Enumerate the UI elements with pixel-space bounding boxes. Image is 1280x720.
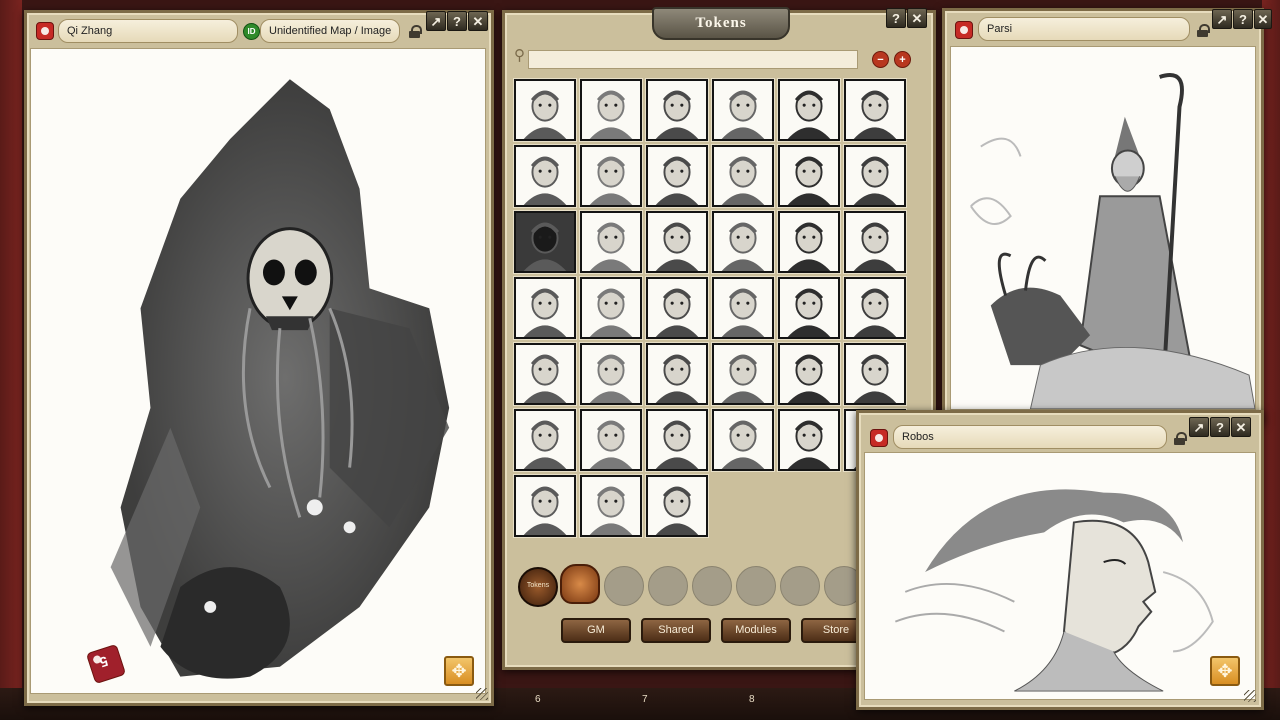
- tokens-search-input[interactable]: [528, 50, 858, 69]
- zoom-out-button[interactable]: −: [872, 51, 889, 68]
- token-portrait[interactable]: [514, 475, 576, 537]
- empty-slot-5[interactable]: [780, 566, 820, 606]
- close-button[interactable]: ✕: [468, 11, 488, 31]
- token-portrait[interactable]: [580, 409, 642, 471]
- sketch-icon[interactable]: ✥: [444, 656, 474, 686]
- record-type-icon: [36, 22, 54, 40]
- token-bag-label: Tokens: [526, 582, 550, 589]
- token-portrait[interactable]: [646, 277, 708, 339]
- desktop-right-edge: [1262, 0, 1280, 688]
- help-button[interactable]: ?: [447, 11, 467, 31]
- lock-icon[interactable]: [409, 25, 422, 38]
- left-window-subtitle-field[interactable]: Unidentified Map / Image: [260, 19, 400, 43]
- token-portrait[interactable]: [580, 211, 642, 273]
- token-portrait[interactable]: [712, 145, 774, 207]
- token-portrait[interactable]: [514, 145, 576, 207]
- token-portrait[interactable]: [778, 409, 840, 471]
- desktop-left-edge: [0, 0, 22, 688]
- robos-close-button[interactable]: ✕: [1231, 417, 1251, 437]
- tab-gm[interactable]: GM: [561, 618, 631, 643]
- token-portrait[interactable]: [646, 79, 708, 141]
- search-icon: ⚲: [514, 47, 525, 64]
- parsi-lock-icon[interactable]: [1197, 24, 1210, 37]
- popout-button[interactable]: ↗: [426, 11, 446, 31]
- parsi-help-button[interactable]: ?: [1233, 9, 1253, 29]
- token-portrait[interactable]: [514, 277, 576, 339]
- token-portrait[interactable]: [844, 145, 906, 207]
- loot-bag-icon[interactable]: [560, 564, 600, 604]
- token-portrait[interactable]: [712, 343, 774, 405]
- token-portrait[interactable]: [844, 79, 906, 141]
- parsi-record-type-icon: [955, 21, 973, 39]
- token-portrait[interactable]: [580, 79, 642, 141]
- robos-popout-button[interactable]: ↗: [1189, 417, 1209, 437]
- token-portrait[interactable]: [514, 409, 576, 471]
- tokens-close-button[interactable]: ✕: [907, 8, 927, 28]
- token-portrait[interactable]: [646, 211, 708, 273]
- tab-modules[interactable]: Modules: [721, 618, 791, 643]
- hotbar-slot-8[interactable]: 8: [749, 694, 755, 705]
- token-portrait[interactable]: [712, 277, 774, 339]
- token-portrait[interactable]: [778, 277, 840, 339]
- robos-help-button[interactable]: ?: [1210, 417, 1230, 437]
- empty-slot-4[interactable]: [736, 566, 776, 606]
- token-portrait[interactable]: [712, 79, 774, 141]
- token-portrait[interactable]: [580, 475, 642, 537]
- identified-toggle-icon[interactable]: ID: [243, 23, 260, 40]
- resize-handle[interactable]: [476, 688, 488, 700]
- tokens-window-title: Tokens: [652, 7, 790, 40]
- token-portrait[interactable]: [844, 277, 906, 339]
- wizard-with-goat-illustration: [970, 73, 1255, 409]
- token-portrait[interactable]: [580, 343, 642, 405]
- parsi-popout-button[interactable]: ↗: [1212, 9, 1232, 29]
- token-portrait[interactable]: [514, 343, 576, 405]
- token-portrait[interactable]: [646, 343, 708, 405]
- token-portrait[interactable]: [580, 145, 642, 207]
- zoom-in-button[interactable]: +: [894, 51, 911, 68]
- token-portrait[interactable]: [646, 145, 708, 207]
- tokens-help-button[interactable]: ?: [886, 8, 906, 28]
- tab-shared[interactable]: Shared: [641, 618, 711, 643]
- image-canvas-robos[interactable]: [864, 452, 1256, 700]
- hotbar-slot-7[interactable]: 7: [642, 694, 648, 705]
- token-portrait[interactable]: [844, 211, 906, 273]
- parsi-title-field[interactable]: Parsi: [978, 17, 1190, 41]
- token-portrait[interactable]: [778, 145, 840, 207]
- token-portrait[interactable]: [778, 211, 840, 273]
- empty-slot-2[interactable]: [648, 566, 688, 606]
- parsi-close-button[interactable]: ✕: [1254, 9, 1272, 29]
- robos-resize-handle[interactable]: [1244, 690, 1256, 702]
- image-canvas-qi-zhang[interactable]: [30, 48, 486, 694]
- left-window-title-field[interactable]: Qi Zhang: [58, 19, 238, 43]
- token-portrait[interactable]: [580, 277, 642, 339]
- empty-slot-3[interactable]: [692, 566, 732, 606]
- token-portrait[interactable]: [646, 409, 708, 471]
- token-portrait[interactable]: [844, 343, 906, 405]
- robos-lock-icon[interactable]: [1174, 432, 1187, 445]
- token-portrait[interactable]: [712, 211, 774, 273]
- skull-creature-illustration: [110, 79, 450, 679]
- robos-record-type-icon: [870, 429, 888, 447]
- token-portrait[interactable]: [778, 79, 840, 141]
- robos-title-field[interactable]: Robos: [893, 425, 1167, 449]
- token-portrait[interactable]: [514, 79, 576, 141]
- young-man-portrait-illustration: [894, 489, 1214, 692]
- empty-slot-1[interactable]: [604, 566, 644, 606]
- token-portrait[interactable]: [646, 475, 708, 537]
- token-grid: [514, 79, 914, 544]
- hotbar-slot-6[interactable]: 6: [535, 694, 541, 705]
- image-canvas-parsi[interactable]: [950, 46, 1256, 410]
- token-portrait[interactable]: [778, 343, 840, 405]
- robos-sketch-icon[interactable]: ✥: [1210, 656, 1240, 686]
- token-portrait[interactable]: [712, 409, 774, 471]
- token-portrait[interactable]: [514, 211, 576, 273]
